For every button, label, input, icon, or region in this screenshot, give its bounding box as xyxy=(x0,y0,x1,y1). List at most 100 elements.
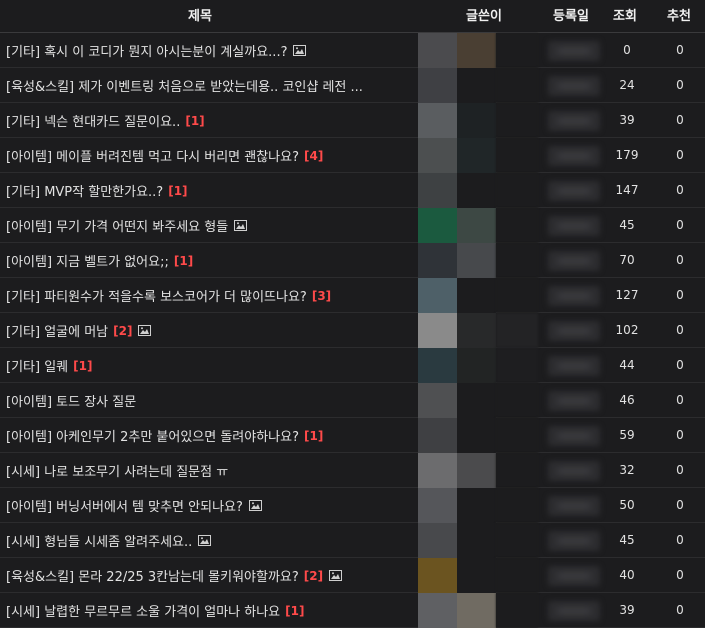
author-nickname-redacted[interactable] xyxy=(418,488,538,523)
post-title-cell: [시세] 형님들 시세좀 알려주세요.. xyxy=(6,523,414,558)
post-board: 제목 글쓴이 등록일 조회 추천 [기타] 혹시 이 코디가 뭔지 아시는분이 … xyxy=(0,0,705,628)
post-row[interactable]: [아이템] 버닝서버에서 템 맞추면 안되나요? 50 0 xyxy=(0,488,705,523)
avatar-block-1 xyxy=(418,103,457,138)
post-title-link[interactable]: [기타] 혹시 이 코디가 뭔지 아시는분이 계실까요...? xyxy=(6,41,287,60)
post-title-link[interactable]: [아이템] 아케인무기 2추만 붙어있으면 돌려야하나요? xyxy=(6,426,299,445)
like-count: 0 xyxy=(676,463,684,477)
author-nickname-redacted[interactable] xyxy=(418,173,538,208)
comment-count[interactable]: [1] xyxy=(285,604,304,618)
comment-count[interactable]: [1] xyxy=(185,114,204,128)
post-row[interactable]: [기타] 파티원수가 적을수록 보스코어가 더 많이뜨나요? [3] 127 0 xyxy=(0,278,705,313)
author-nickname-redacted[interactable] xyxy=(418,103,538,138)
avatar-block-3 xyxy=(496,278,538,313)
avatar-block-2 xyxy=(457,68,496,103)
avatar-block-2 xyxy=(457,558,496,593)
post-title-link[interactable]: [기타] MVP작 할만한가요..? xyxy=(6,181,163,200)
view-count: 70 xyxy=(619,253,635,267)
avatar-block-1 xyxy=(418,453,457,488)
post-row[interactable]: [육성&스킬] 몬라 22/25 3칸남는데 몰키워야할까요? [2] 40 0 xyxy=(0,558,705,593)
post-row[interactable]: [기타] 넥슨 현대카드 질문이요.. [1] 39 0 xyxy=(0,103,705,138)
avatar-block-3 xyxy=(496,383,538,418)
comment-count[interactable]: [1] xyxy=(168,184,187,198)
author-nickname-redacted[interactable] xyxy=(418,558,538,593)
comment-count[interactable]: [1] xyxy=(73,359,92,373)
post-date-redacted xyxy=(548,286,600,306)
comment-count[interactable]: [3] xyxy=(312,289,331,303)
post-row[interactable]: [아이템] 지금 벨트가 없어요;; [1] 70 0 xyxy=(0,243,705,278)
avatar-block-2 xyxy=(457,383,496,418)
post-title-link[interactable]: [육성&스킬] 몬라 22/25 3칸남는데 몰키워야할까요? xyxy=(6,566,299,585)
author-nickname-redacted[interactable] xyxy=(418,68,538,103)
avatar-block-3 xyxy=(496,558,538,593)
avatar-block-3 xyxy=(496,488,538,523)
avatar-block-1 xyxy=(418,348,457,383)
post-title-link[interactable]: [기타] 파티원수가 적을수록 보스코어가 더 많이뜨나요? xyxy=(6,286,307,305)
comment-count[interactable]: [2] xyxy=(304,569,323,583)
header-author[interactable]: 글쓴이 xyxy=(440,0,528,33)
view-count: 39 xyxy=(619,603,635,617)
post-row[interactable]: [아이템] 아케인무기 2추만 붙어있으면 돌려야하나요? [1] 59 0 xyxy=(0,418,705,453)
author-nickname-redacted[interactable] xyxy=(418,523,538,558)
post-row[interactable]: [아이템] 무기 가격 어떤지 봐주세요 형들 45 0 xyxy=(0,208,705,243)
comment-count[interactable]: [4] xyxy=(304,149,323,163)
avatar-block-2 xyxy=(457,593,496,628)
avatar-block-1 xyxy=(418,383,457,418)
post-row[interactable]: [아이템] 메이플 버려진템 먹고 다시 버리면 괜찮나요? [4] 179 0 xyxy=(0,138,705,173)
post-title-link[interactable]: [기타] 얼굴에 머남 xyxy=(6,321,108,340)
post-title-cell: [시세] 나로 보조무기 사려는데 질문점 ㅠ xyxy=(6,453,414,488)
author-nickname-redacted[interactable] xyxy=(418,348,538,383)
post-row[interactable]: [기타] 혹시 이 코디가 뭔지 아시는분이 계실까요...? 0 0 xyxy=(0,33,705,68)
author-nickname-redacted[interactable] xyxy=(418,33,538,68)
avatar-block-2 xyxy=(457,313,496,348)
post-row[interactable]: [육성&스킬] 제가 이벤트링 처음으로 받았는데용.. 코인샵 레전 ... … xyxy=(0,68,705,103)
image-attachment-icon xyxy=(198,535,212,546)
avatar-block-3 xyxy=(496,523,538,558)
post-title-link[interactable]: [시세] 형님들 시세좀 알려주세요.. xyxy=(6,531,192,550)
post-title-link[interactable]: [기타] 일퀘 xyxy=(6,356,68,375)
author-nickname-redacted[interactable] xyxy=(418,593,538,628)
author-nickname-redacted[interactable] xyxy=(418,383,538,418)
post-title-cell: [기타] 얼굴에 머남 [2] xyxy=(6,313,414,348)
post-title-link[interactable]: [아이템] 지금 벨트가 없어요;; xyxy=(6,251,169,270)
post-row[interactable]: [기타] 얼굴에 머남 [2] 102 0 xyxy=(0,313,705,348)
post-title-link[interactable]: [기타] 넥슨 현대카드 질문이요.. xyxy=(6,111,180,130)
avatar-block-2 xyxy=(457,453,496,488)
post-date-redacted xyxy=(548,496,600,516)
author-nickname-redacted[interactable] xyxy=(418,208,538,243)
post-row[interactable]: [기타] 일퀘 [1] 44 0 xyxy=(0,348,705,383)
comment-count[interactable]: [2] xyxy=(113,324,132,338)
header-title[interactable]: 제목 xyxy=(0,0,400,33)
post-title-link[interactable]: [아이템] 메이플 버려진템 먹고 다시 버리면 괜찮나요? xyxy=(6,146,299,165)
view-count: 46 xyxy=(619,393,635,407)
author-nickname-redacted[interactable] xyxy=(418,313,538,348)
header-date[interactable]: 등록일 xyxy=(540,0,602,33)
post-row[interactable]: [아이템] 토드 장사 질문 46 0 xyxy=(0,383,705,418)
view-count: 59 xyxy=(619,428,635,442)
post-date-redacted xyxy=(548,146,600,166)
author-nickname-redacted[interactable] xyxy=(418,418,538,453)
comment-count[interactable]: [1] xyxy=(174,254,193,268)
post-title-link[interactable]: [아이템] 무기 가격 어떤지 봐주세요 형들 xyxy=(6,216,228,235)
author-nickname-redacted[interactable] xyxy=(418,453,538,488)
author-nickname-redacted[interactable] xyxy=(418,243,538,278)
post-title-link[interactable]: [시세] 날렵한 무르무르 소울 가격이 얼마나 하나요 xyxy=(6,601,280,620)
view-count: 102 xyxy=(615,323,639,337)
post-title-link[interactable]: [아이템] 버닝서버에서 템 맞추면 안되나요? xyxy=(6,496,243,515)
post-title-link[interactable]: [시세] 나로 보조무기 사려는데 질문점 ㅠ xyxy=(6,461,228,480)
post-row[interactable]: [시세] 형님들 시세좀 알려주세요.. 45 0 xyxy=(0,523,705,558)
author-nickname-redacted[interactable] xyxy=(418,278,538,313)
post-title-cell: [기타] 넥슨 현대카드 질문이요.. [1] xyxy=(6,103,414,138)
post-row[interactable]: [시세] 날렵한 무르무르 소울 가격이 얼마나 하나요 [1] 39 0 xyxy=(0,593,705,628)
post-title-link[interactable]: [아이템] 토드 장사 질문 xyxy=(6,391,136,410)
post-title-cell: [아이템] 메이플 버려진템 먹고 다시 버리면 괜찮나요? [4] xyxy=(6,138,414,173)
post-row[interactable]: [시세] 나로 보조무기 사려는데 질문점 ㅠ 32 0 xyxy=(0,453,705,488)
header-likes[interactable]: 추천 xyxy=(652,0,705,33)
like-count: 0 xyxy=(676,393,684,407)
post-row[interactable]: [기타] MVP작 할만한가요..? [1] 147 0 xyxy=(0,173,705,208)
author-nickname-redacted[interactable] xyxy=(418,138,538,173)
header-views[interactable]: 조회 xyxy=(602,0,648,33)
post-title-cell: [아이템] 아케인무기 2추만 붙어있으면 돌려야하나요? [1] xyxy=(6,418,414,453)
post-title-link[interactable]: [육성&스킬] 제가 이벤트링 처음으로 받았는데용.. 코인샵 레전 ... xyxy=(6,76,363,95)
comment-count[interactable]: [1] xyxy=(304,429,323,443)
post-title-cell: [기타] 일퀘 [1] xyxy=(6,348,414,383)
